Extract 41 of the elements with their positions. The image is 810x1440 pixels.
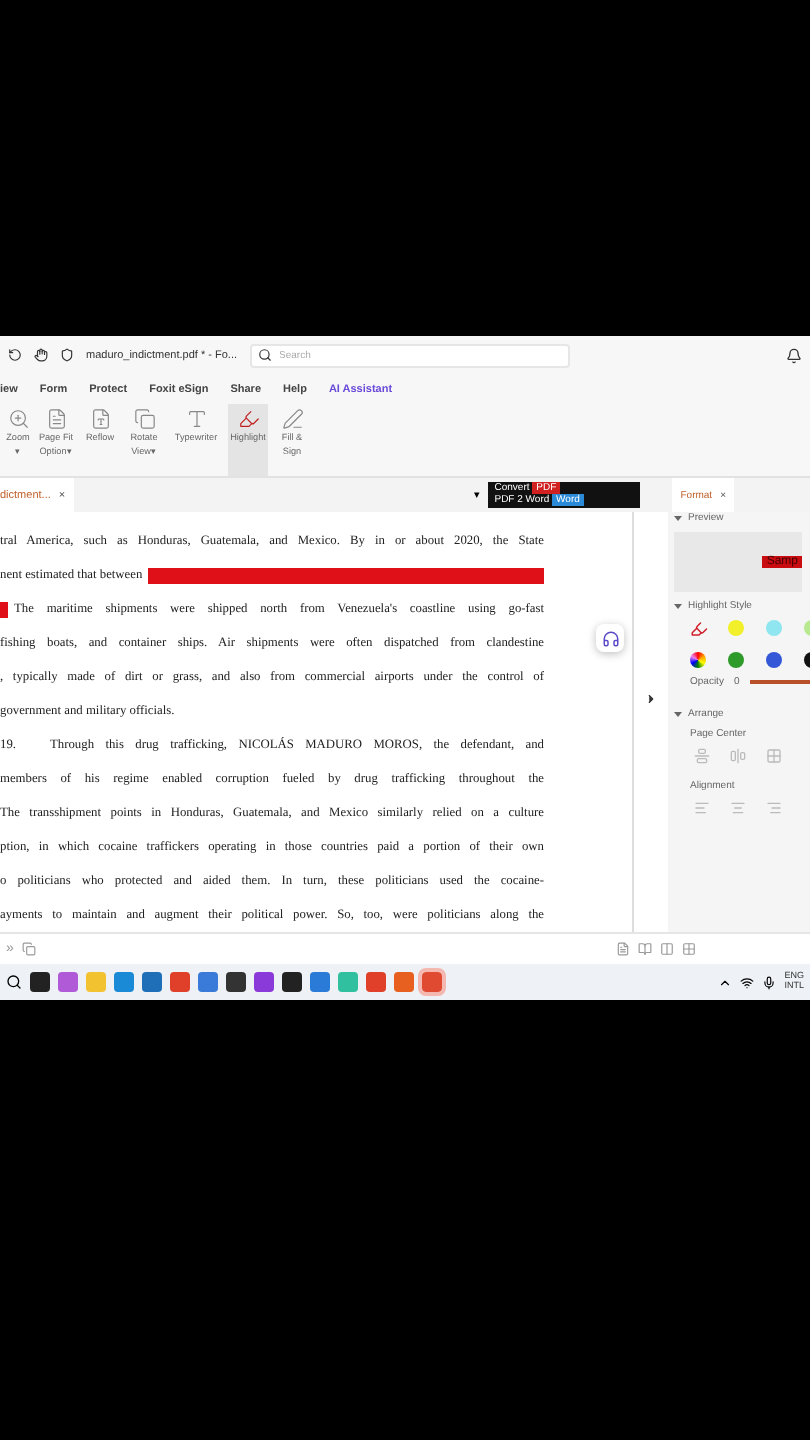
page-icon — [45, 408, 67, 430]
color-swatch[interactable] — [766, 620, 782, 636]
caret-icon[interactable] — [674, 602, 682, 610]
search-icon — [257, 347, 272, 361]
taskbar-app-icon[interactable] — [282, 972, 302, 992]
book-icon[interactable] — [638, 942, 652, 956]
align-left-icon[interactable] — [694, 800, 710, 816]
zoom-in-icon — [7, 408, 29, 430]
center-horizontal-icon[interactable] — [730, 748, 746, 764]
microphone-icon[interactable] — [762, 975, 777, 989]
headset-icon[interactable] — [596, 624, 624, 652]
text-cursor-icon — [185, 408, 207, 430]
network-icon[interactable] — [740, 975, 755, 989]
color-swatch[interactable] — [728, 620, 744, 636]
align-center-icon[interactable] — [730, 800, 746, 816]
taskbar-app-icon[interactable] — [254, 972, 274, 992]
grid-icon[interactable] — [682, 942, 696, 956]
collapse-arrow-icon[interactable] — [644, 692, 658, 706]
pen-icon[interactable] — [690, 620, 708, 638]
taskbar-app-icon[interactable] — [30, 972, 50, 992]
color-wheel-icon[interactable] — [690, 652, 706, 668]
single-page-icon[interactable] — [616, 942, 630, 956]
shield-icon — [60, 348, 74, 362]
document-icon — [89, 408, 111, 430]
two-page-icon[interactable] — [660, 942, 674, 956]
caret-icon[interactable] — [674, 710, 682, 718]
undo-icon[interactable] — [8, 348, 22, 362]
hand-icon[interactable] — [34, 348, 48, 362]
highlighter-icon — [237, 408, 259, 430]
redaction-highlight — [0, 601, 8, 617]
pen-icon — [281, 408, 303, 430]
bell-icon[interactable] — [786, 347, 802, 363]
search-icon[interactable] — [6, 974, 22, 990]
align-right-icon[interactable] — [766, 800, 782, 816]
taskbar-app-icon[interactable] — [226, 972, 246, 992]
center-vertical-icon[interactable] — [694, 748, 710, 764]
grid-icon[interactable] — [766, 748, 782, 764]
color-swatch[interactable] — [766, 652, 782, 668]
color-swatch[interactable] — [728, 652, 744, 668]
copy-icon — [133, 408, 155, 430]
pages-icon[interactable] — [21, 942, 36, 956]
